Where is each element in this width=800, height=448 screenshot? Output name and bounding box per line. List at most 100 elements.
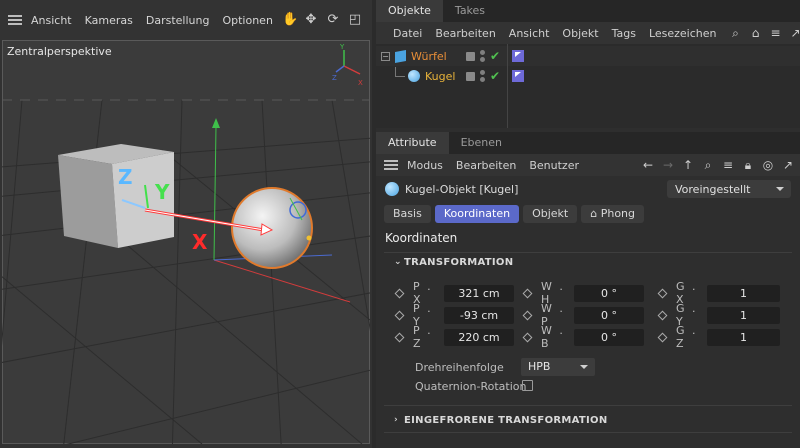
- section-title: Koordinaten: [385, 231, 458, 245]
- keyframe-diamond-icon[interactable]: [522, 310, 533, 320]
- search-icon[interactable]: ⌕: [702, 158, 714, 173]
- subtab-koordinaten[interactable]: Koordinaten: [434, 205, 520, 223]
- move-arrows-icon[interactable]: ✥: [304, 13, 318, 27]
- coordinate-value-field[interactable]: 0 °: [574, 306, 644, 324]
- object-manager-menubar: Datei Bearbeiten Ansicht Objekt Tags Les…: [376, 22, 800, 44]
- attribute-menu-modus[interactable]: Modus: [407, 159, 443, 172]
- object-title: Kugel-Objekt [Kugel]: [405, 182, 519, 196]
- coordinate-value-field[interactable]: 0 °: [574, 328, 644, 346]
- coordinate-value-field[interactable]: 321 cm: [444, 284, 514, 302]
- group-frozen-header[interactable]: › EINGEFRORENE TRANSFORMATION: [376, 409, 608, 431]
- coordinate-label: G . Z: [676, 324, 698, 350]
- coordinate-cell: W . B 0 °: [522, 324, 644, 350]
- layer-flag-icon[interactable]: [466, 51, 475, 61]
- cube-icon: [395, 49, 406, 63]
- viewport-menu-kameras[interactable]: Kameras: [85, 14, 133, 27]
- object-column-divider: [507, 44, 508, 128]
- viewport-hamburger-icon[interactable]: [8, 15, 22, 25]
- rotate-icon[interactable]: ⟳: [326, 13, 340, 27]
- axis-label-x: X: [192, 230, 208, 254]
- attribute-manager-tabs: Attribute Ebenen: [376, 132, 800, 154]
- forward-arrow-icon[interactable]: →: [662, 158, 674, 173]
- camera-label: Zentralperspektive: [7, 45, 112, 58]
- lock-icon[interactable]: 🔒︎: [742, 158, 754, 173]
- object-name-cube[interactable]: Würfel: [411, 50, 466, 63]
- hand-icon[interactable]: ✋: [282, 13, 298, 27]
- object-menu-ansicht[interactable]: Ansicht: [509, 27, 550, 40]
- keyframe-diamond-icon[interactable]: [522, 332, 533, 342]
- attribute-manager-menubar: Modus Bearbeiten Benutzer ← → ↑ ⌕ ≡ 🔒︎ ◎…: [376, 154, 800, 176]
- visibility-dots-icon[interactable]: [480, 50, 486, 62]
- keyframe-diamond-icon[interactable]: [657, 310, 668, 320]
- target-icon[interactable]: ◎: [762, 158, 774, 173]
- coordinate-value-field[interactable]: 1: [707, 306, 780, 324]
- keyframe-diamond-icon[interactable]: [657, 288, 668, 298]
- viewport-menu-ansicht[interactable]: Ansicht: [31, 14, 72, 27]
- coordinate-cell: W . H0 °: [522, 280, 644, 306]
- sphere-icon: [385, 182, 399, 196]
- phong-tag-icon[interactable]: [512, 70, 525, 82]
- home-icon[interactable]: ⌂: [750, 26, 762, 41]
- keyframe-diamond-icon[interactable]: [394, 288, 405, 298]
- tab-ebenen[interactable]: Ebenen: [449, 132, 514, 154]
- tab-attribute[interactable]: Attribute: [376, 132, 449, 154]
- object-menu-tags[interactable]: Tags: [612, 27, 636, 40]
- keyframe-diamond-icon[interactable]: [394, 332, 405, 342]
- attribute-menu-benutzer[interactable]: Benutzer: [529, 159, 579, 172]
- tab-objekte[interactable]: Objekte: [376, 0, 443, 22]
- right-panels: Objekte Takes Datei Bearbeiten Ansicht O…: [376, 0, 800, 448]
- svg-text:X: X: [358, 79, 363, 87]
- search-icon[interactable]: ⌕: [730, 26, 742, 41]
- preset-dropdown[interactable]: Voreingestellt: [667, 180, 791, 198]
- chevron-down-icon: ⌄: [394, 257, 402, 267]
- coordinate-cell: G . X1: [657, 280, 780, 306]
- object-menu-datei[interactable]: Datei: [393, 27, 422, 40]
- object-name-sphere[interactable]: Kugel: [425, 70, 466, 83]
- rotation-order-label: Drehreihenfolge: [415, 361, 504, 374]
- enabled-check-icon[interactable]: ✔: [490, 49, 500, 63]
- subtab-phong[interactable]: ⌂ Phong: [581, 205, 645, 223]
- tab-takes[interactable]: Takes: [443, 0, 497, 22]
- up-arrow-icon[interactable]: ↑: [682, 158, 694, 173]
- viewport-menu-darstellung[interactable]: Darstellung: [146, 14, 210, 27]
- object-menu-bearbeiten[interactable]: Bearbeiten: [435, 27, 495, 40]
- subtab-objekt[interactable]: Objekt: [523, 205, 578, 223]
- new-window-icon[interactable]: ↗: [782, 158, 794, 173]
- coordinate-value-field[interactable]: 0 °: [574, 284, 644, 302]
- group-transformation-header[interactable]: ⌄ TRANSFORMATION: [376, 251, 800, 273]
- phong-tag-icon[interactable]: [512, 50, 525, 62]
- object-menu-lesezeichen[interactable]: Lesezeichen: [649, 27, 717, 40]
- coordinate-value-field[interactable]: 1: [707, 328, 780, 346]
- quaternion-checkbox[interactable]: [522, 380, 533, 391]
- coordinate-value-field[interactable]: 220 cm: [444, 328, 514, 346]
- visibility-dots-icon[interactable]: [480, 70, 486, 82]
- viewport-menu-optionen[interactable]: Optionen: [222, 14, 272, 27]
- rotation-order-dropdown[interactable]: HPB: [521, 358, 595, 376]
- object-menu-objekt[interactable]: Objekt: [562, 27, 598, 40]
- attribute-hamburger-icon[interactable]: [384, 160, 398, 170]
- object-manager: Objekte Takes Datei Bearbeiten Ansicht O…: [376, 0, 800, 128]
- viewport-scene[interactable]: X Y Z Y X Z: [2, 40, 370, 444]
- filter-icon[interactable]: ≡: [722, 158, 734, 173]
- object-row-cube[interactable]: − Würfel ✔: [376, 46, 800, 66]
- layer-flag-icon[interactable]: [466, 71, 475, 81]
- object-row-sphere[interactable]: Kugel ✔: [376, 66, 800, 86]
- coordinate-value-field[interactable]: -93 cm: [444, 306, 514, 324]
- subtab-basis[interactable]: Basis: [384, 205, 431, 223]
- back-arrow-icon[interactable]: ←: [642, 158, 654, 173]
- filter-icon[interactable]: ≡: [770, 26, 782, 41]
- keyframe-diamond-icon[interactable]: [657, 332, 668, 342]
- new-window-icon[interactable]: ↗: [790, 26, 800, 41]
- keyframe-diamond-icon[interactable]: [394, 310, 405, 320]
- enabled-check-icon[interactable]: ✔: [490, 69, 500, 83]
- attribute-menu-bearbeiten[interactable]: Bearbeiten: [456, 159, 516, 172]
- collapse-icon[interactable]: −: [381, 51, 390, 61]
- coordinate-cell: G . Y1: [657, 302, 780, 328]
- svg-text:Z: Z: [332, 74, 337, 82]
- quaternion-label: Quaternion-Rotation: [415, 380, 527, 393]
- coordinate-value-field[interactable]: 1: [707, 284, 780, 302]
- maximize-icon[interactable]: ◰: [348, 13, 362, 27]
- gizmo-handle: [306, 235, 312, 241]
- keyframe-diamond-icon[interactable]: [522, 288, 533, 298]
- coordinate-cell: W . P0 °: [522, 302, 644, 328]
